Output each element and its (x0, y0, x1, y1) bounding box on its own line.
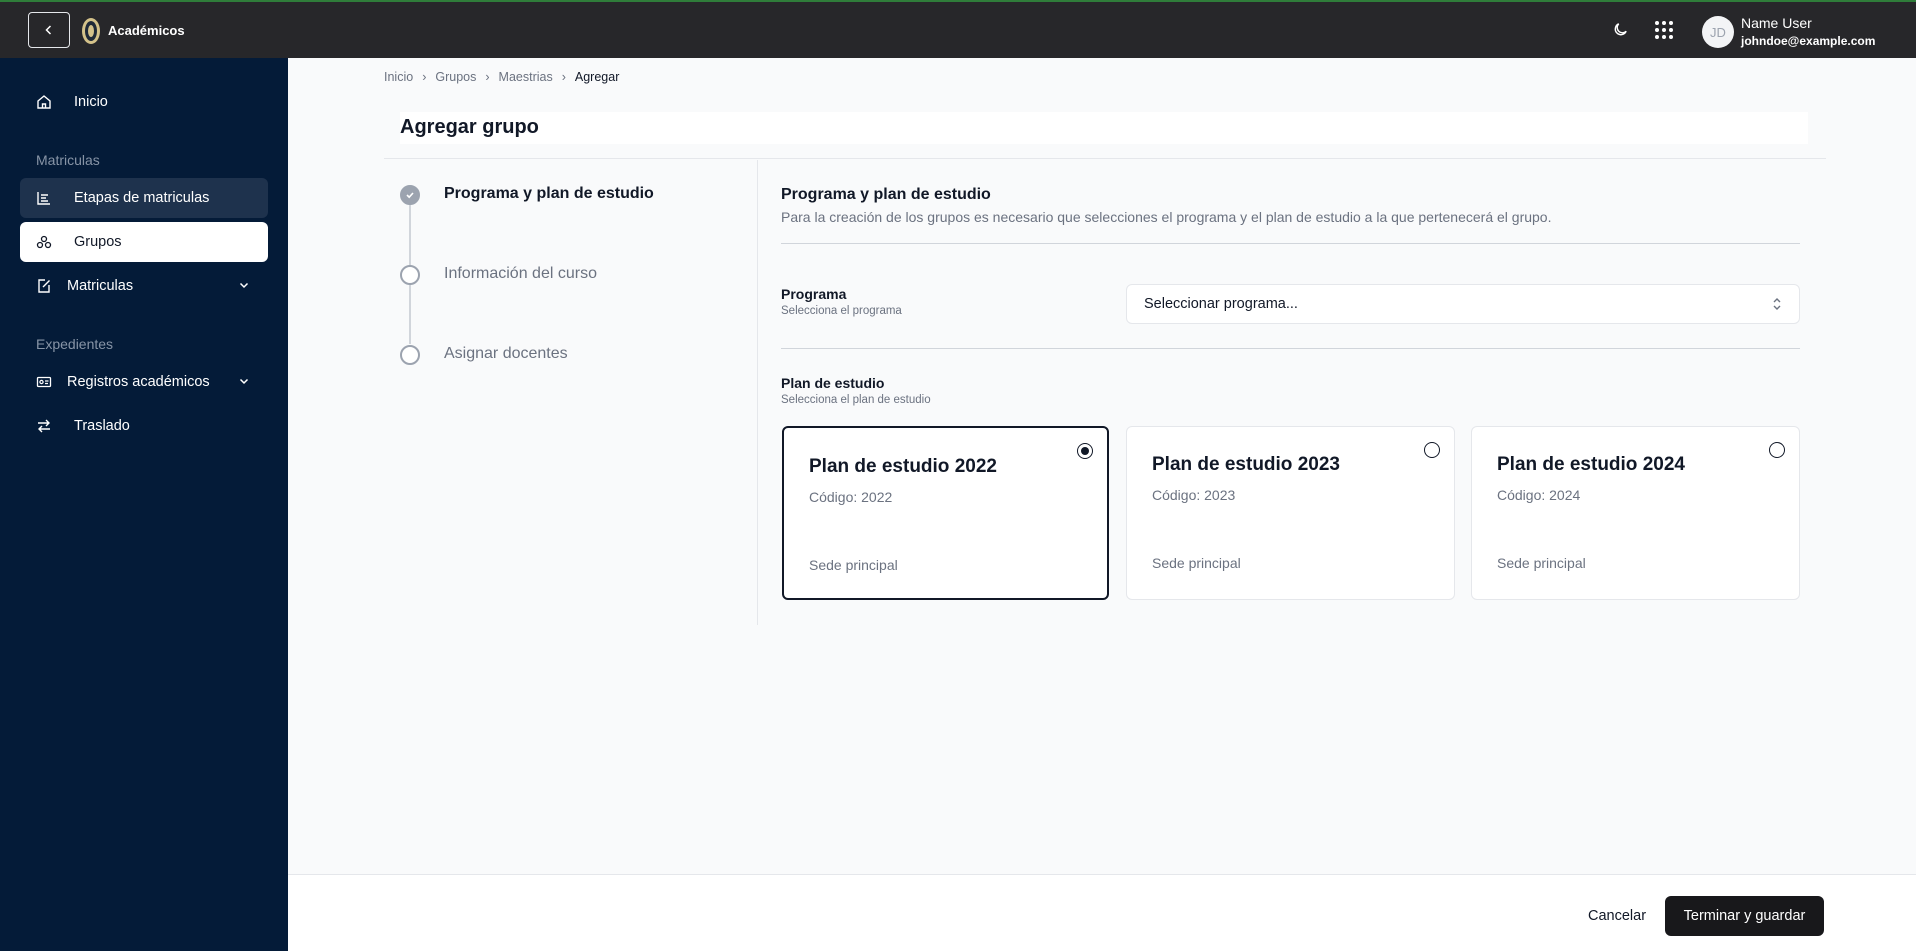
programa-label: Programa (781, 286, 847, 302)
sidebar-item-matriculas[interactable]: Matriculas (20, 266, 268, 306)
plan-card-2024[interactable]: Plan de estudio 2024 Código: 2024 Sede p… (1471, 426, 1800, 600)
chevron-right-icon: › (561, 70, 566, 84)
plan-sede: Sede principal (809, 557, 898, 573)
chevron-down-icon (239, 282, 249, 289)
chevron-down-icon (239, 378, 249, 385)
id-card-icon (36, 374, 52, 390)
sidebar-item-grupos[interactable]: Grupos (20, 222, 268, 262)
back-button[interactable] (28, 12, 70, 48)
avatar[interactable]: JD (1702, 16, 1734, 48)
sidebar-item-inicio[interactable]: Inicio (20, 82, 268, 122)
sidebar-item-label: Matriculas (67, 278, 134, 294)
divider (757, 160, 758, 625)
user-email: johndoe@example.com (1741, 34, 1876, 48)
plan-code: Código: 2023 (1152, 487, 1236, 503)
plan-name: Plan de estudio 2022 (809, 456, 997, 477)
plan-radio-selected[interactable] (1077, 443, 1093, 459)
programa-select-placeholder: Seleccionar programa... (1144, 296, 1298, 312)
user-name: Name User (1741, 15, 1812, 31)
plan-name: Plan de estudio 2024 (1497, 454, 1685, 475)
app-title: Académicos (108, 23, 185, 38)
sidebar-item-label: Grupos (74, 234, 122, 250)
breadcrumb-agregar: Agregar (574, 70, 620, 84)
sidebar-section-expedientes: Expedientes (36, 336, 114, 352)
plan-card-2022[interactable]: Plan de estudio 2022 Código: 2022 Sede p… (782, 426, 1109, 600)
step-programa[interactable]: Programa y plan de estudio (444, 185, 654, 203)
step-pending-icon (400, 345, 420, 365)
list-chart-icon (36, 190, 52, 206)
step-informacion[interactable]: Información del curso (444, 265, 597, 283)
breadcrumb-maestrias[interactable]: Maestrias (499, 70, 553, 84)
plan-sede: Sede principal (1152, 555, 1241, 571)
programa-select[interactable]: Seleccionar programa... (1126, 284, 1800, 324)
logo-icon (82, 18, 100, 44)
breadcrumb-grupos[interactable]: Grupos (435, 70, 476, 84)
home-icon (36, 94, 52, 110)
chevron-left-icon (45, 25, 52, 35)
divider (781, 348, 1800, 349)
transfer-arrows-icon (36, 418, 52, 434)
plan-name: Plan de estudio 2023 (1152, 454, 1340, 475)
sidebar-item-label: Registros académicos (67, 374, 210, 390)
apps-grid-icon[interactable] (1655, 21, 1673, 39)
plan-help: Selecciona el plan de estudio (781, 394, 931, 406)
sidebar-section-matriculas: Matriculas (36, 152, 100, 168)
sidebar-item-label: Traslado (74, 418, 130, 434)
sidebar-item-label: Etapas de matriculas (74, 190, 210, 206)
chevron-right-icon: › (485, 70, 490, 84)
edit-document-icon (36, 278, 52, 294)
plan-label: Plan de estudio (781, 375, 885, 391)
top-bar: Académicos JD Name User johndoe@example.… (0, 0, 1916, 58)
plan-code: Código: 2022 (809, 489, 893, 505)
sidebar-item-label: Inicio (74, 94, 108, 110)
sidebar-item-registros[interactable]: Registros académicos (20, 362, 268, 402)
step-pending-icon (400, 265, 420, 285)
page-title: Agregar grupo (400, 116, 539, 138)
group-icon (36, 234, 52, 250)
chevron-right-icon: › (422, 70, 427, 84)
plan-radio[interactable] (1424, 442, 1440, 458)
divider (384, 158, 1826, 159)
sidebar-item-traslado[interactable]: Traslado (20, 406, 268, 446)
chevron-up-down-icon (1773, 298, 1781, 310)
breadcrumb: Inicio › Grupos › Maestrias › Agregar (384, 70, 619, 84)
sidebar-item-etapas[interactable]: Etapas de matriculas (20, 178, 268, 218)
save-button[interactable]: Terminar y guardar (1665, 896, 1824, 936)
title-bar (400, 112, 1808, 144)
programa-help: Selecciona el programa (781, 305, 902, 317)
plan-sede: Sede principal (1497, 555, 1586, 571)
plan-code: Código: 2024 (1497, 487, 1581, 503)
sidebar: Inicio Matriculas Etapas de matriculas G… (0, 58, 288, 951)
cancel-button[interactable]: Cancelar (1580, 896, 1654, 936)
section-description: Para la creación de los grupos es necesa… (781, 209, 1552, 225)
section-title: Programa y plan de estudio (781, 186, 991, 203)
plan-radio[interactable] (1769, 442, 1785, 458)
step-done-icon (400, 185, 420, 205)
plan-card-2023[interactable]: Plan de estudio 2023 Código: 2023 Sede p… (1126, 426, 1455, 600)
breadcrumb-inicio[interactable]: Inicio (384, 70, 413, 84)
moon-icon[interactable] (1612, 21, 1629, 38)
step-docentes[interactable]: Asignar docentes (444, 345, 568, 363)
divider (781, 243, 1800, 244)
